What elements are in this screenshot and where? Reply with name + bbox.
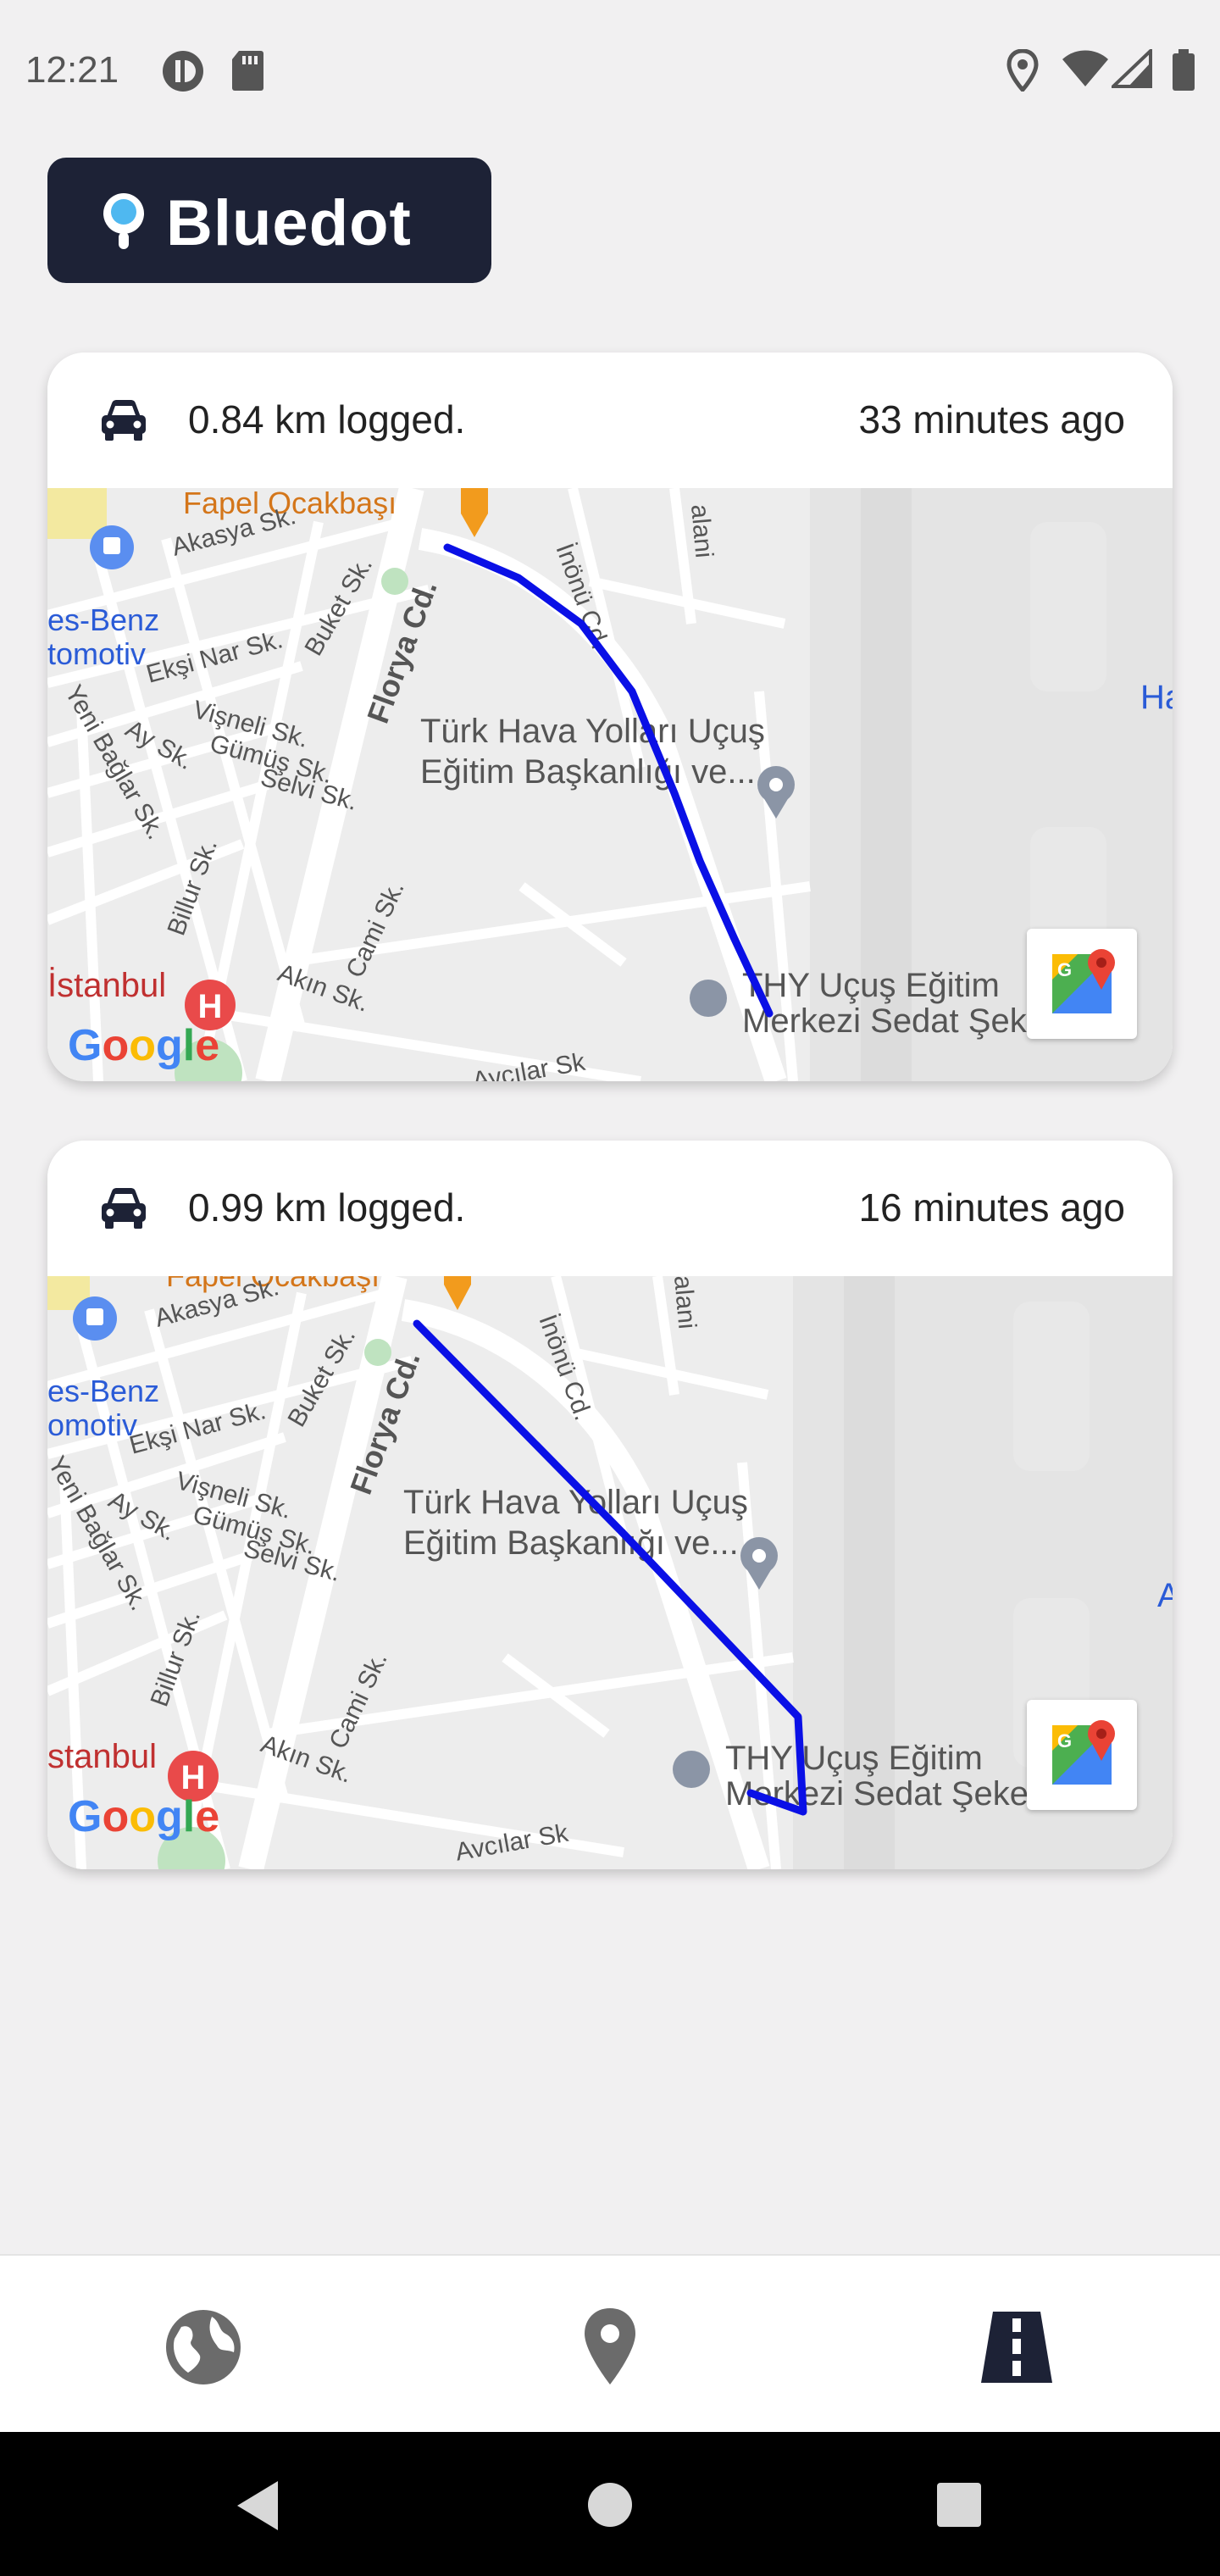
location-pin-icon (585, 2308, 635, 2384)
open-in-google-maps-button[interactable]: G (1027, 929, 1137, 1039)
map-canvas: H Fapel Ocakbaşı es-Benz omotiv Türk Hav… (47, 1276, 1173, 1869)
road-icon (981, 2312, 1052, 2383)
map-label: A Ha (1157, 1577, 1173, 1614)
map-label: omotiv (47, 1407, 137, 1442)
trip-time-ago: 33 minutes ago (858, 397, 1125, 441)
map-label: tomotiv (47, 636, 146, 671)
home-icon[interactable] (585, 2479, 635, 2530)
globe-icon (166, 2310, 241, 2384)
trip-distance: 0.84 km logged. (188, 397, 466, 441)
google-logo: Google (68, 1021, 220, 1070)
map-label: Eğitim Başkanlığı ve... (403, 1524, 739, 1562)
nav-location-button[interactable] (559, 2296, 661, 2398)
map-label: İstanbul (47, 966, 166, 1004)
brand-name: Bluedot (166, 187, 412, 259)
svg-text:G: G (1057, 959, 1072, 980)
data-saver-icon (161, 49, 205, 97)
google-maps-icon: G (1052, 1720, 1115, 1785)
trip-card[interactable]: 0.84 km logged. 33 minutes ago H Fapel O… (47, 353, 1173, 1081)
map-label: THY Uçuş Eğitim (725, 1740, 983, 1777)
trip-map[interactable]: H Fapel Ocakbaşı es-Benz omotiv Türk Hav… (47, 1276, 1173, 1869)
nav-globe-button[interactable] (152, 2296, 254, 2398)
map-label: es-Benz (47, 602, 159, 637)
sd-card-icon (230, 49, 264, 96)
recents-icon[interactable] (935, 2481, 983, 2529)
bluedot-logo: Bluedot (47, 158, 491, 283)
car-icon (98, 398, 149, 447)
back-icon[interactable] (229, 2476, 288, 2535)
map-label: Türk Hava Yolları Uçuş (420, 713, 765, 750)
bluedot-dot-icon (98, 188, 158, 260)
google-maps-icon: G (1052, 949, 1115, 1013)
trip-card[interactable]: 0.99 km logged. 16 minutes ago H es-Benz… (47, 1141, 1173, 1869)
status-time: 12:21 (25, 49, 119, 91)
map-label: es-Benz (47, 1374, 159, 1408)
trip-map[interactable]: H Fapel Ocakbaşı es-Benz tomotiv Türk Ha… (47, 488, 1173, 1081)
google-logo: Google (68, 1792, 220, 1841)
system-navigation-bar (0, 2432, 1220, 2576)
map-label: THY Uçuş Eğitim (742, 967, 1000, 1004)
map-label: Ha (1140, 679, 1173, 716)
trip-card-header: 0.84 km logged. 33 minutes ago (47, 353, 1173, 488)
open-in-google-maps-button[interactable]: G (1027, 1700, 1137, 1810)
battery-icon (1171, 49, 1196, 96)
map-label: Eğitim Başkanlığı ve... (420, 753, 756, 791)
trip-time-ago: 16 minutes ago (858, 1185, 1125, 1230)
trip-distance: 0.99 km logged. (188, 1185, 466, 1230)
map-canvas: H Fapel Ocakbaşı es-Benz tomotiv Türk Ha… (47, 488, 1173, 1081)
map-label: alani (668, 1276, 701, 1330)
signal-icon (1109, 47, 1152, 92)
map-label: stanbul (47, 1738, 157, 1775)
car-icon (98, 1186, 149, 1235)
wifi-icon (1061, 49, 1110, 92)
status-bar: 12:21 (0, 0, 1220, 144)
map-label: alani (685, 503, 718, 559)
trip-card-header: 0.99 km logged. 16 minutes ago (47, 1141, 1173, 1276)
location-icon (1006, 48, 1039, 96)
bottom-navigation (0, 2254, 1220, 2434)
nav-trips-button[interactable] (966, 2296, 1068, 2398)
svg-text:G: G (1057, 1730, 1072, 1752)
